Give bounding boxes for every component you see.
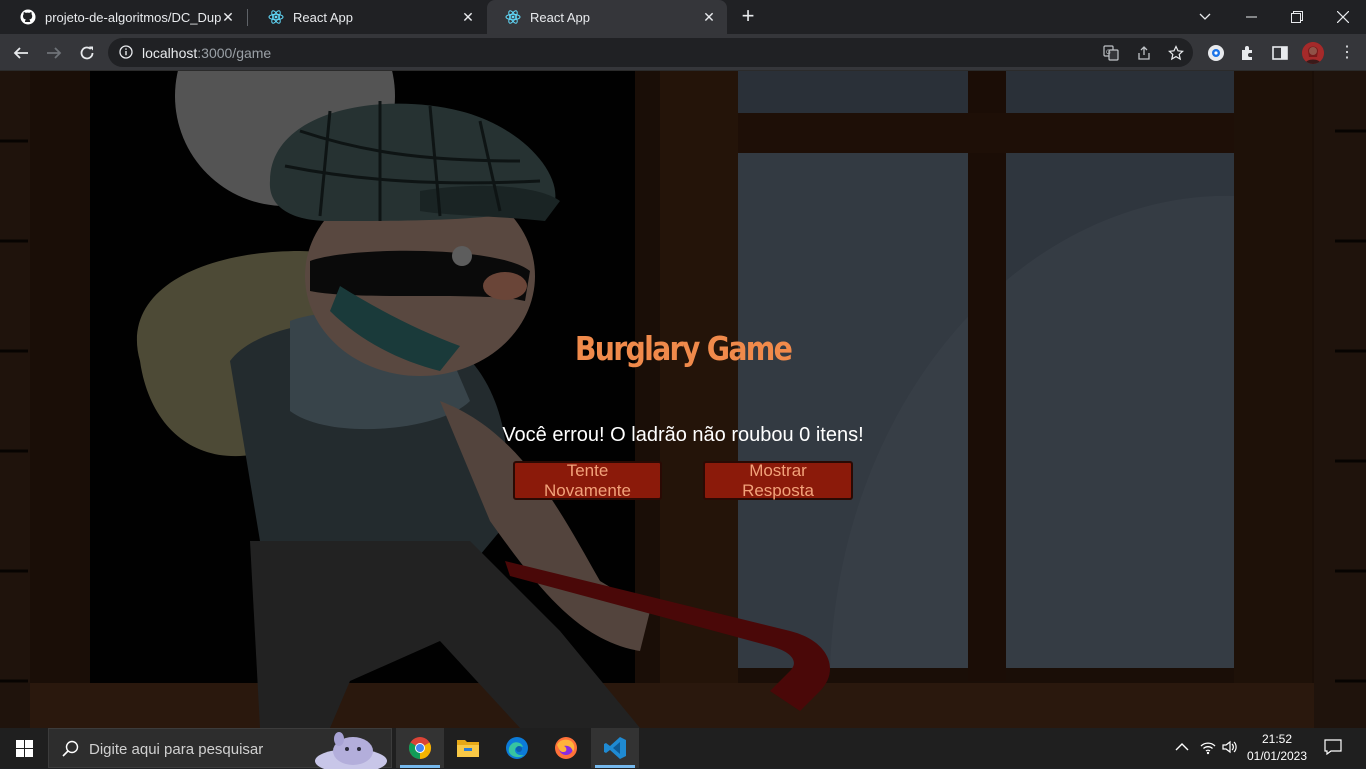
new-tab-button[interactable]: + bbox=[737, 5, 759, 28]
url-text[interactable]: localhost:3000/game bbox=[142, 45, 271, 61]
start-button[interactable] bbox=[0, 728, 48, 768]
minimize-icon bbox=[1245, 16, 1257, 18]
address-bar[interactable]: localhost:3000/game G bbox=[108, 38, 1193, 67]
react-icon bbox=[268, 10, 284, 24]
browser-menu-icon[interactable]: ⋮ bbox=[1338, 44, 1356, 62]
taskbar-search-box[interactable]: Digite aqui para pesquisar bbox=[48, 728, 392, 769]
search-icon bbox=[62, 740, 79, 757]
info-icon[interactable] bbox=[119, 45, 133, 59]
bookmark-star-icon[interactable] bbox=[1168, 45, 1184, 61]
chrome-icon bbox=[409, 737, 431, 759]
close-window-button[interactable] bbox=[1320, 0, 1366, 34]
tab-react-app-active[interactable]: React App ✕ bbox=[487, 0, 727, 34]
game-page: Burglary Game Você errou! O ladrão não r… bbox=[0, 71, 1366, 728]
clock-date: 01/01/2023 bbox=[1246, 749, 1308, 763]
minimize-button[interactable] bbox=[1228, 0, 1274, 34]
back-button[interactable] bbox=[8, 40, 34, 66]
close-tab-icon[interactable]: ✕ bbox=[220, 9, 236, 25]
forward-button[interactable] bbox=[41, 40, 67, 66]
search-placeholder: Digite aqui para pesquisar bbox=[89, 741, 264, 758]
windows-logo-icon bbox=[15, 739, 33, 757]
reload-icon bbox=[80, 46, 94, 60]
file-explorer-icon bbox=[457, 740, 479, 757]
extension-lens-icon[interactable] bbox=[1207, 44, 1225, 62]
edge-icon bbox=[506, 737, 528, 759]
clock-time: 21:52 bbox=[1261, 732, 1293, 746]
taskbar-vscode[interactable] bbox=[591, 728, 639, 768]
extensions-puzzle-icon[interactable] bbox=[1239, 44, 1257, 62]
show-answer-button[interactable]: Mostrar Resposta bbox=[703, 461, 853, 500]
game-title: Burglary Game bbox=[574, 329, 793, 368]
tab-search-button[interactable] bbox=[1182, 0, 1228, 34]
avatar-image bbox=[1302, 42, 1324, 64]
arrow-left-icon bbox=[13, 47, 28, 59]
taskbar-edge[interactable] bbox=[493, 728, 541, 768]
profile-avatar[interactable] bbox=[1302, 42, 1324, 64]
tab-title: projeto-de-algoritmos/DC_Dupla bbox=[45, 9, 221, 25]
close-icon bbox=[1337, 11, 1349, 23]
tab-react-app-1[interactable]: React App ✕ bbox=[250, 0, 486, 34]
share-icon[interactable] bbox=[1136, 45, 1152, 61]
svg-text:G: G bbox=[1106, 50, 1111, 56]
react-icon bbox=[505, 10, 521, 24]
taskbar-file-explorer[interactable] bbox=[444, 728, 492, 768]
browser-toolbar: localhost:3000/game G ⋮ bbox=[0, 34, 1366, 71]
vscode-icon bbox=[604, 737, 626, 759]
restore-icon bbox=[1291, 11, 1303, 23]
try-again-button[interactable]: Tente Novamente bbox=[513, 461, 662, 500]
result-message: Você errou! O ladrão não roubou 0 itens! bbox=[502, 424, 864, 446]
system-clock[interactable]: 21:52 01/01/2023 bbox=[1246, 731, 1308, 765]
restore-button[interactable] bbox=[1274, 0, 1320, 34]
network-icon[interactable] bbox=[1199, 739, 1217, 757]
close-tab-icon[interactable]: ✕ bbox=[460, 9, 476, 25]
reload-button[interactable] bbox=[74, 40, 100, 66]
notifications-icon[interactable] bbox=[1324, 739, 1342, 757]
taskbar-chrome[interactable] bbox=[396, 728, 444, 768]
windows-taskbar: Digite aqui para pesquisar 21:52 01/01/2… bbox=[0, 728, 1366, 769]
side-panel-icon[interactable] bbox=[1271, 44, 1289, 62]
translate-icon[interactable]: G bbox=[1103, 45, 1119, 61]
github-icon bbox=[20, 9, 36, 25]
url-host: localhost bbox=[142, 45, 198, 61]
firefox-icon bbox=[555, 737, 577, 759]
search-highlight-illustration bbox=[315, 732, 387, 769]
tab-divider bbox=[247, 9, 248, 26]
tab-strip: projeto-de-algoritmos/DC_Dupla ✕ React A… bbox=[0, 0, 1366, 34]
dim-overlay bbox=[0, 71, 1366, 728]
tab-title: React App bbox=[293, 9, 353, 25]
taskbar-firefox[interactable] bbox=[542, 728, 590, 768]
tray-overflow-icon[interactable] bbox=[1173, 739, 1191, 757]
chevron-down-icon bbox=[1199, 13, 1211, 20]
close-tab-icon[interactable]: ✕ bbox=[701, 9, 717, 25]
url-path: :3000/game bbox=[197, 45, 272, 61]
volume-icon[interactable] bbox=[1221, 739, 1239, 757]
arrow-right-icon bbox=[47, 47, 62, 59]
tab-title: React App bbox=[530, 9, 590, 25]
tab-github[interactable]: projeto-de-algoritmos/DC_Dupla ✕ bbox=[2, 0, 246, 34]
